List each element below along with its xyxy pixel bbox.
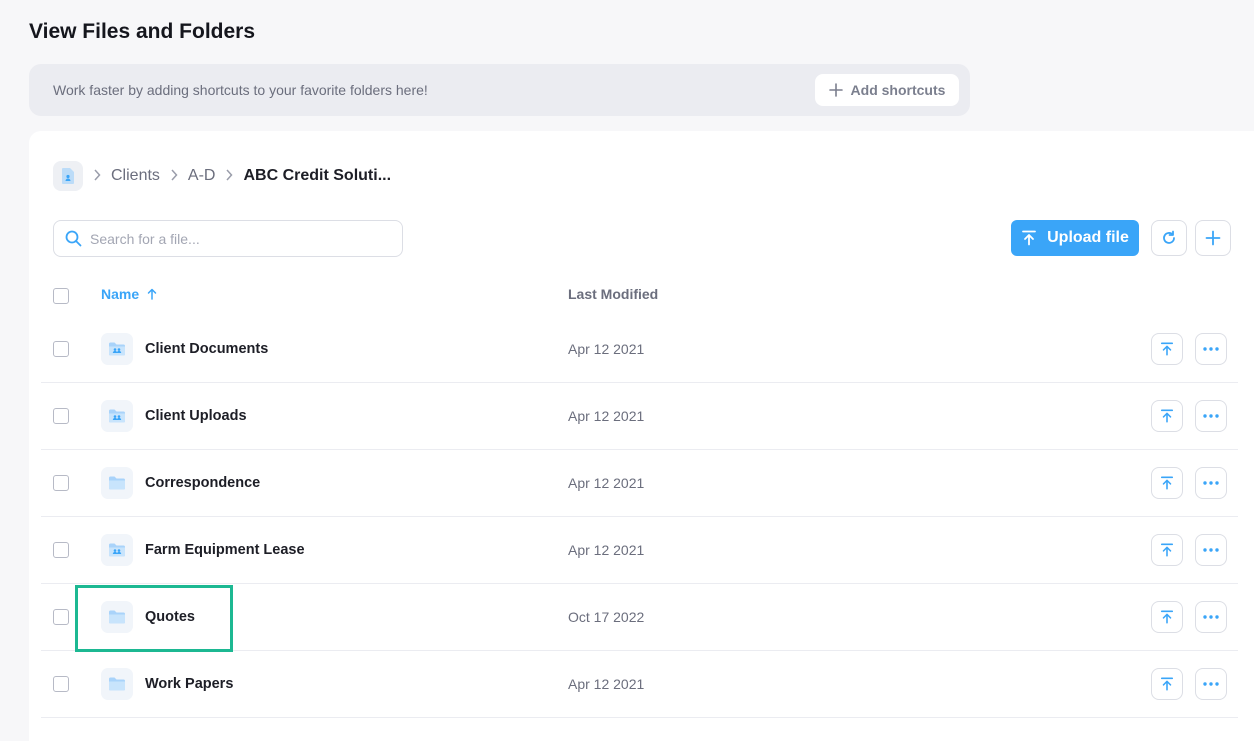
last-modified: Oct 17 2022: [568, 609, 645, 625]
shared-folder-icon: [101, 400, 133, 432]
row-checkbox[interactable]: [53, 341, 69, 357]
table-row[interactable]: Work Papers Apr 12 2021: [41, 651, 1238, 718]
shared-folder-icon: [101, 534, 133, 566]
add-shortcuts-label: Add shortcuts: [850, 82, 946, 98]
folder-name[interactable]: Correspondence: [145, 475, 260, 491]
table-row[interactable]: Client Uploads Apr 12 2021: [41, 383, 1238, 450]
more-icon: [1203, 682, 1219, 686]
row-upload-button[interactable]: [1151, 601, 1183, 633]
upload-file-label: Upload file: [1047, 229, 1129, 246]
row-upload-button[interactable]: [1151, 400, 1183, 432]
upload-icon: [1160, 342, 1174, 356]
add-button[interactable]: [1195, 220, 1231, 256]
chevron-right-icon: [170, 168, 178, 185]
breadcrumb-item-current: ABC Credit Soluti...: [243, 167, 392, 184]
row-more-button[interactable]: [1195, 668, 1227, 700]
upload-icon: [1160, 409, 1174, 423]
add-shortcuts-button[interactable]: Add shortcuts: [815, 74, 959, 106]
folder-icon: [101, 467, 133, 499]
row-checkbox[interactable]: [53, 609, 69, 625]
upload-icon: [1022, 230, 1037, 246]
upload-icon: [1160, 610, 1174, 624]
last-modified: Apr 12 2021: [568, 341, 645, 357]
search-box[interactable]: [53, 220, 403, 257]
plus-icon: [1205, 230, 1221, 246]
chevron-right-icon: [225, 168, 233, 185]
shortcut-banner: Work faster by adding shortcuts to your …: [29, 64, 970, 116]
arrow-up-icon: [147, 288, 157, 300]
page-title: View Files and Folders: [29, 20, 256, 43]
upload-icon: [1160, 677, 1174, 691]
row-more-button[interactable]: [1195, 534, 1227, 566]
upload-icon: [1160, 476, 1174, 490]
last-modified: Apr 12 2021: [568, 408, 645, 424]
breadcrumb-item-clients[interactable]: Clients: [111, 167, 160, 185]
row-checkbox[interactable]: [53, 542, 69, 558]
row-checkbox[interactable]: [53, 475, 69, 491]
column-header-name[interactable]: Name: [101, 286, 157, 302]
document-root-icon: [62, 168, 74, 184]
search-icon: [65, 230, 82, 247]
breadcrumb-home[interactable]: [53, 161, 83, 191]
table-row[interactable]: Quotes Oct 17 2022: [41, 584, 1238, 651]
shortcut-message: Work faster by adding shortcuts to your …: [53, 82, 428, 98]
row-more-button[interactable]: [1195, 400, 1227, 432]
row-checkbox[interactable]: [53, 676, 69, 692]
more-icon: [1203, 481, 1219, 485]
folder-name[interactable]: Farm Equipment Lease: [145, 542, 305, 558]
breadcrumb-item-a-d[interactable]: A-D: [188, 167, 216, 185]
more-icon: [1203, 548, 1219, 552]
row-upload-button[interactable]: [1151, 534, 1183, 566]
more-icon: [1203, 414, 1219, 418]
refresh-button[interactable]: [1151, 220, 1187, 256]
chevron-right-icon: [93, 168, 101, 185]
folder-icon: [101, 668, 133, 700]
row-checkbox[interactable]: [53, 408, 69, 424]
select-all-checkbox[interactable]: [53, 288, 69, 304]
last-modified: Apr 12 2021: [568, 475, 645, 491]
folder-name[interactable]: Quotes: [145, 609, 195, 625]
column-header-modified[interactable]: Last Modified: [568, 286, 658, 302]
breadcrumb: Clients A-D ABC Credit Soluti...: [53, 161, 391, 191]
folder-name[interactable]: Work Papers: [145, 676, 233, 692]
column-name-label: Name: [101, 286, 140, 302]
refresh-icon: [1163, 230, 1175, 244]
plus-icon: [828, 83, 843, 97]
folder-name[interactable]: Client Uploads: [145, 408, 247, 424]
table-row[interactable]: Correspondence Apr 12 2021: [41, 450, 1238, 517]
table-row[interactable]: Client Documents Apr 12 2021: [41, 316, 1238, 383]
row-upload-button[interactable]: [1151, 668, 1183, 700]
row-more-button[interactable]: [1195, 601, 1227, 633]
shared-folder-icon: [101, 333, 133, 365]
row-more-button[interactable]: [1195, 333, 1227, 365]
last-modified: Apr 12 2021: [568, 542, 645, 558]
table-row[interactable]: Farm Equipment Lease Apr 12 2021: [41, 517, 1238, 584]
folder-icon: [101, 601, 133, 633]
folder-name[interactable]: Client Documents: [145, 341, 268, 357]
search-input[interactable]: [90, 230, 380, 247]
last-modified: Apr 12 2021: [568, 676, 645, 692]
more-icon: [1203, 615, 1219, 619]
files-card: Clients A-D ABC Credit Soluti... Upload …: [29, 131, 1254, 741]
more-icon: [1203, 347, 1219, 351]
row-more-button[interactable]: [1195, 467, 1227, 499]
row-upload-button[interactable]: [1151, 333, 1183, 365]
upload-file-button[interactable]: Upload file: [1011, 220, 1139, 256]
row-upload-button[interactable]: [1151, 467, 1183, 499]
upload-icon: [1160, 543, 1174, 557]
